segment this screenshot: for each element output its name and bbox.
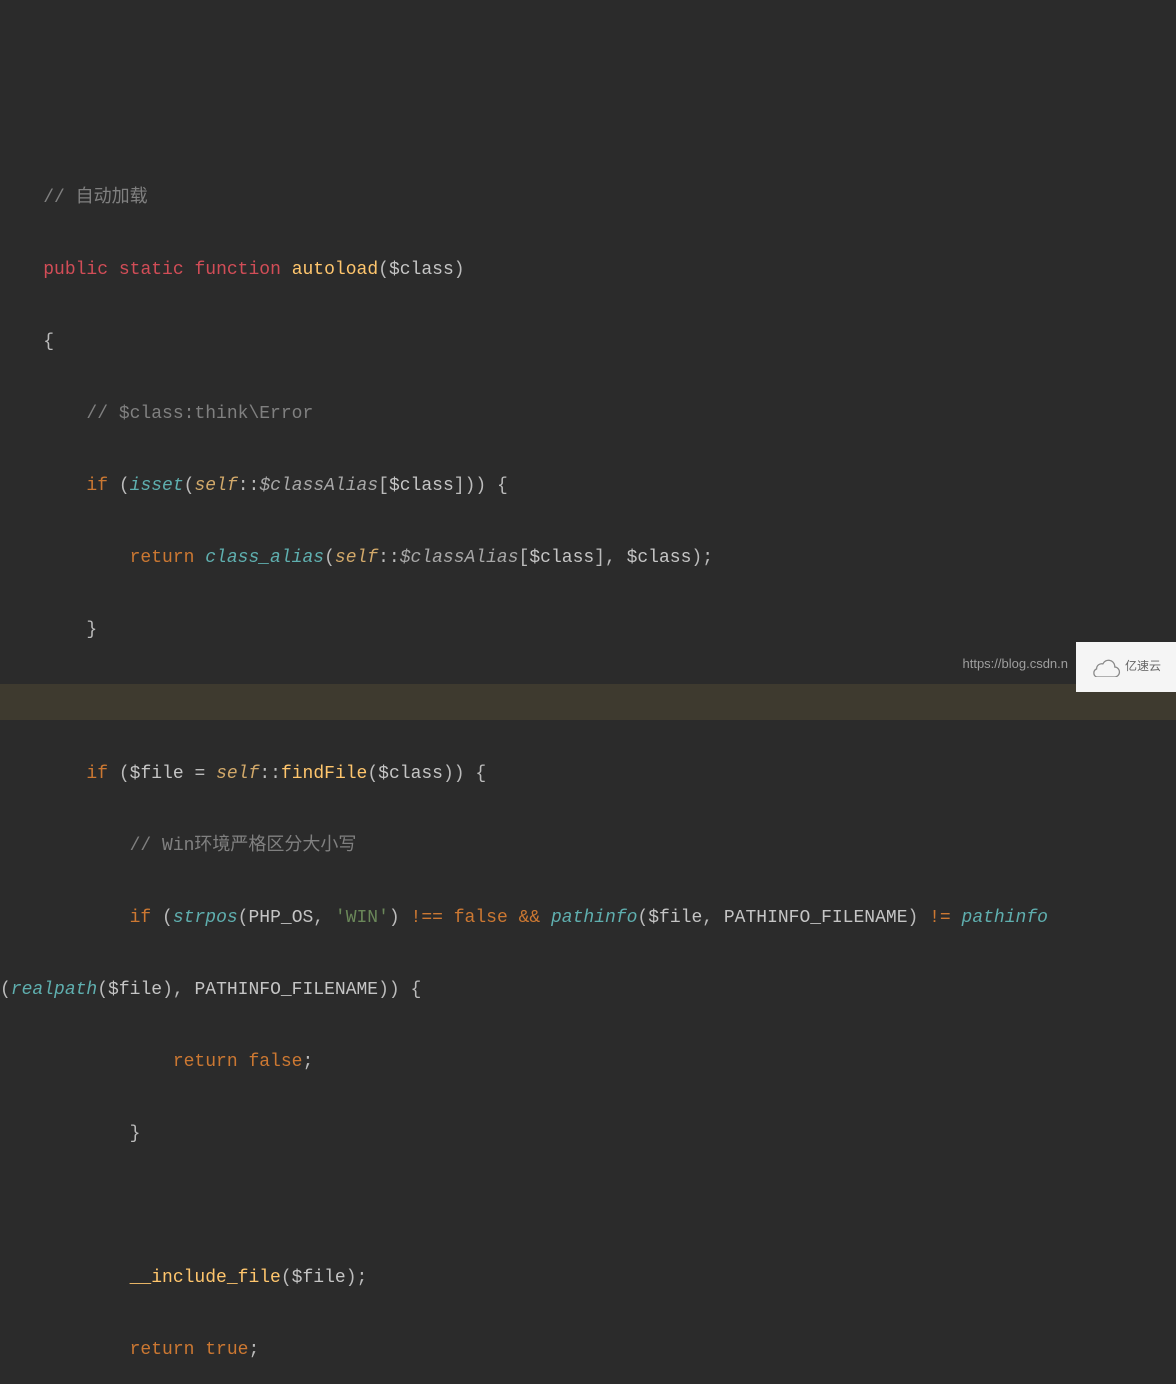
function-call: __include_file [130, 1268, 281, 1288]
keyword-function: function [194, 260, 280, 280]
keyword-public: public [43, 260, 108, 280]
var: $class [389, 476, 454, 496]
keyword-return: return [130, 548, 195, 568]
static-var: $classAlias [400, 548, 519, 568]
var: $class [378, 764, 443, 784]
paren: ( [378, 260, 389, 280]
self: self [194, 476, 237, 496]
false: false [248, 1052, 302, 1072]
keyword-if: if [86, 476, 108, 496]
op: != [929, 908, 951, 928]
brace: { [43, 332, 54, 352]
isset-call: isset [130, 476, 184, 496]
comment: // 自动加载 [43, 188, 147, 208]
var: $file [648, 908, 702, 928]
paren: ) [454, 260, 465, 280]
brace: } [130, 1124, 141, 1144]
brace: } [86, 620, 97, 640]
false: false [454, 908, 508, 928]
constant: PATHINFO_FILENAME [194, 980, 378, 1000]
op: !== [411, 908, 443, 928]
strpos-call: strpos [173, 908, 238, 928]
constant: PATHINFO_FILENAME [724, 908, 908, 928]
keyword-if: if [86, 764, 108, 784]
keyword-return: return [130, 1340, 195, 1360]
realpath-call: realpath [11, 980, 97, 1000]
var: $file [130, 764, 184, 784]
string: 'WIN' [335, 908, 389, 928]
op: && [519, 908, 541, 928]
var: $file [108, 980, 162, 1000]
comment: // Win环境严格区分大小写 [130, 836, 357, 856]
var: $class [627, 548, 692, 568]
param: $class [389, 260, 454, 280]
logo-watermark: 亿速云 [1076, 642, 1176, 692]
true: true [205, 1340, 248, 1360]
self: self [216, 764, 259, 784]
keyword-if: if [130, 908, 152, 928]
code-editor[interactable]: // 自动加载 public static function autoload(… [0, 144, 1176, 1384]
pathinfo-call: pathinfo [962, 908, 1048, 928]
static-var: $classAlias [259, 476, 378, 496]
cloud-icon [1091, 657, 1121, 677]
keyword-static: static [119, 260, 184, 280]
function-call: class_alias [205, 548, 324, 568]
pathinfo-call: pathinfo [551, 908, 637, 928]
constant: PHP_OS [248, 908, 313, 928]
var: $class [529, 548, 594, 568]
method-call: findFile [281, 764, 367, 784]
watermark-text: https://blog.csdn.n [962, 646, 1068, 682]
function-name: autoload [292, 260, 378, 280]
cursor-line[interactable] [0, 684, 1176, 720]
self: self [335, 548, 378, 568]
keyword-return: return [173, 1052, 238, 1072]
logo-text: 亿速云 [1125, 649, 1161, 685]
comment: // $class:think\Error [86, 404, 313, 424]
var: $file [292, 1268, 346, 1288]
